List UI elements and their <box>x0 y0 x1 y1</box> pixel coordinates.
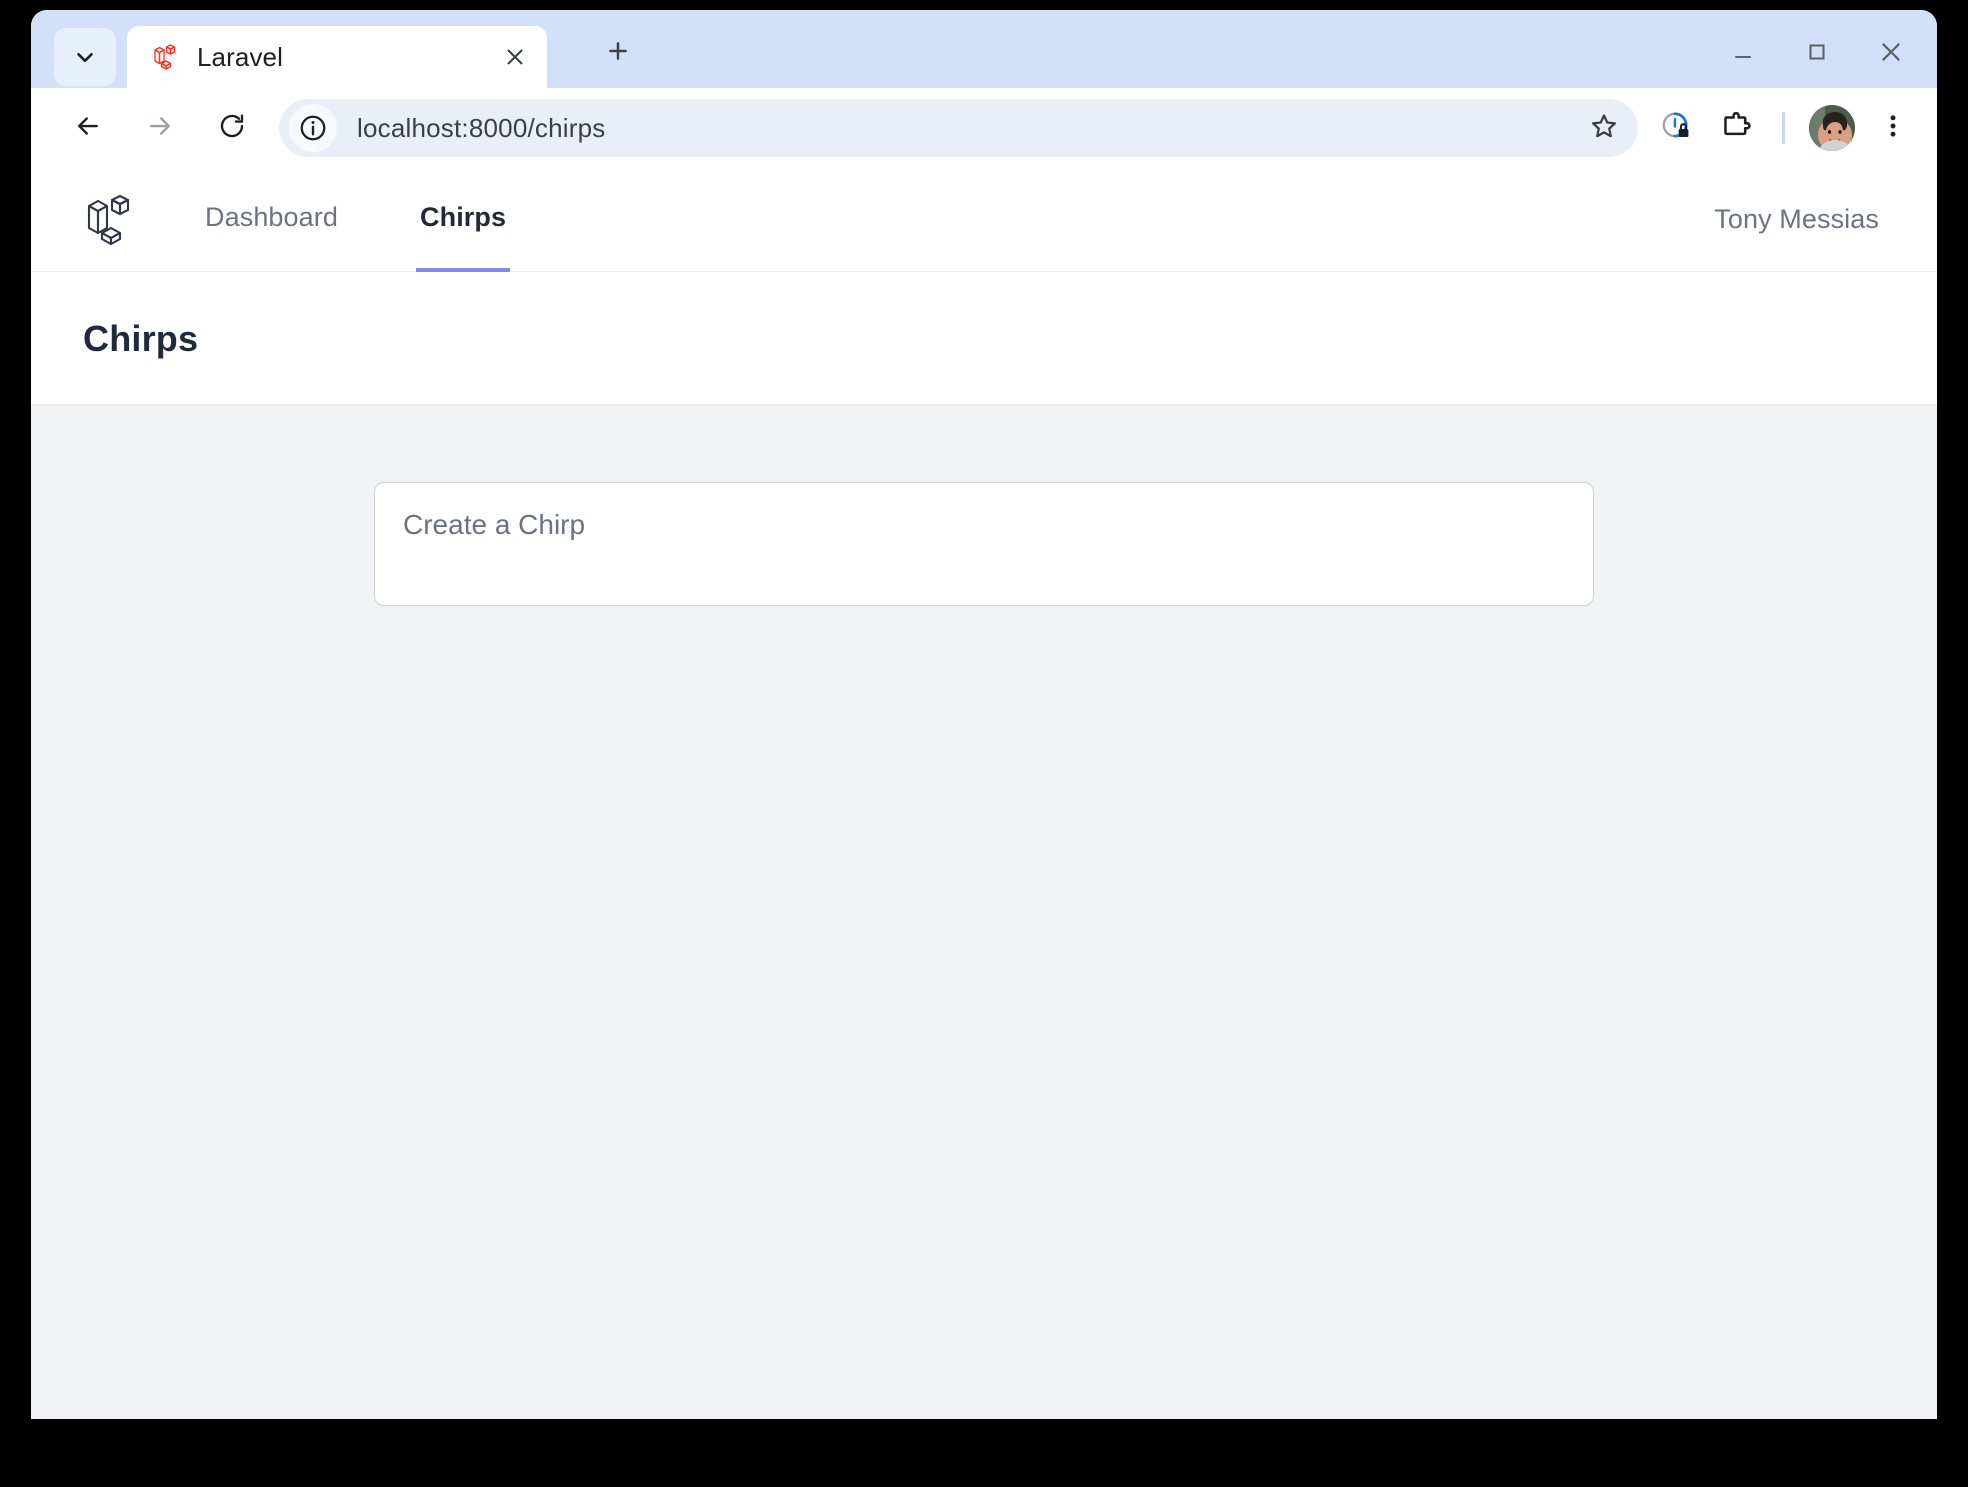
minimize-icon <box>1731 40 1755 69</box>
profile-avatar[interactable] <box>1809 105 1855 151</box>
back-arrow-icon <box>73 111 103 146</box>
user-menu-button[interactable]: Tony Messias <box>1714 204 1885 235</box>
chevron-down-icon <box>72 44 98 70</box>
laravel-favicon-icon <box>151 43 179 71</box>
site-info-icon[interactable] <box>289 104 337 152</box>
bookmark-button[interactable] <box>1578 102 1630 154</box>
window-controls <box>1715 30 1919 78</box>
browser-window: Laravel localhost:8000/chirps Dashboard … <box>31 10 1937 1419</box>
nav-link-chirps-label: Chirps <box>420 202 507 232</box>
toolbar-right-actions <box>1648 100 1921 156</box>
reload-button[interactable] <box>203 99 261 157</box>
close-icon <box>1878 39 1904 70</box>
tab-close-button[interactable] <box>493 35 537 79</box>
window-minimize-button[interactable] <box>1715 30 1771 78</box>
toolbar-divider <box>1782 112 1785 144</box>
new-tab-button[interactable] <box>591 26 645 80</box>
browser-tab-laravel[interactable]: Laravel <box>127 26 547 88</box>
window-close-button[interactable] <box>1863 30 1919 78</box>
app-navigation-bar: Dashboard Chirps Tony Messias <box>31 168 1937 272</box>
reload-icon <box>217 111 247 146</box>
browser-menu-button[interactable] <box>1865 100 1921 156</box>
three-dot-menu-icon <box>1879 112 1907 145</box>
page-viewport: Dashboard Chirps Tony Messias Chirps <box>31 168 1937 1419</box>
extensions-puzzle-icon <box>1720 110 1752 147</box>
nav-link-dashboard-label: Dashboard <box>205 202 338 232</box>
forward-arrow-icon <box>145 111 175 146</box>
page-main-content <box>31 404 1937 606</box>
forward-button[interactable] <box>131 99 189 157</box>
chirp-message-textarea[interactable] <box>374 482 1594 606</box>
app-nav-links: Dashboard Chirps <box>201 168 584 272</box>
tab-strip: Laravel <box>31 10 1937 88</box>
tab-title: Laravel <box>197 41 283 72</box>
tab-search-button[interactable] <box>54 28 116 86</box>
tracking-protection-button[interactable] <box>1648 100 1704 156</box>
address-bar[interactable]: localhost:8000/chirps <box>279 99 1638 157</box>
page-header: Chirps <box>31 272 1937 404</box>
plus-icon <box>605 38 631 69</box>
laravel-logo-icon[interactable] <box>83 192 135 248</box>
star-icon <box>1589 111 1619 146</box>
browser-toolbar: localhost:8000/chirps <box>31 88 1937 168</box>
user-name-label: Tony Messias <box>1714 204 1879 234</box>
nav-link-chirps[interactable]: Chirps <box>416 168 511 272</box>
url-text[interactable]: localhost:8000/chirps <box>357 113 1578 144</box>
window-maximize-button[interactable] <box>1789 30 1845 78</box>
maximize-icon <box>1805 40 1829 69</box>
extensions-button[interactable] <box>1708 100 1764 156</box>
create-chirp-form <box>364 482 1604 606</box>
nav-link-dashboard[interactable]: Dashboard <box>201 168 342 272</box>
back-button[interactable] <box>59 99 117 157</box>
page-title: Chirps <box>83 318 199 359</box>
tracking-protection-lock-icon <box>1659 109 1693 148</box>
